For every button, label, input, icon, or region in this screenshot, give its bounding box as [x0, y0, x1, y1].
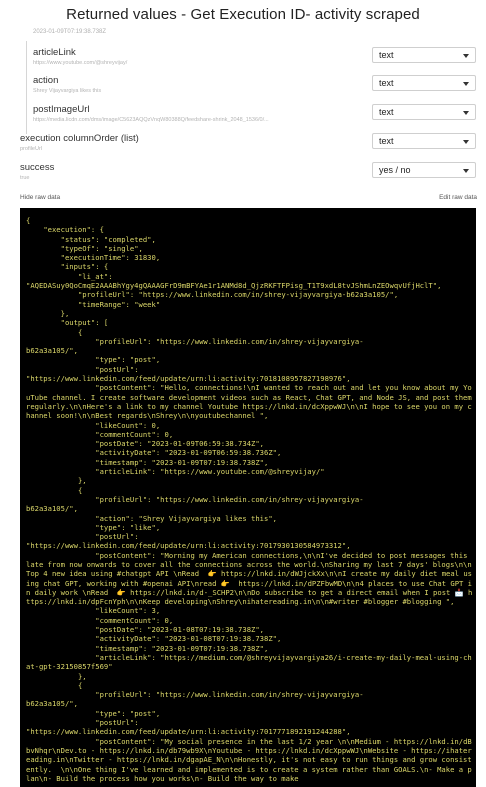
raw-data-json: { "execution": { "status": "completed", …: [26, 216, 473, 783]
field-sample: https://www.youtube.com/@shreyvijay/: [33, 60, 128, 66]
field-row-success: success true yes / no: [20, 162, 486, 186]
select-value: text: [379, 50, 394, 60]
select-value: text: [379, 107, 394, 117]
type-select-success[interactable]: yes / no: [372, 162, 476, 178]
field-row-action: action Shrey Vijayvargiya likes this tex…: [20, 69, 486, 105]
raw-data-panel[interactable]: { "execution": { "status": "completed", …: [20, 208, 476, 787]
field-row-postimageurl: postImageUrl https://media.licdn.com/dms…: [20, 98, 486, 134]
chevron-down-icon: [463, 82, 469, 86]
field-row-columnorder: execution columnOrder (list) profileUrl …: [20, 133, 486, 157]
select-value: text: [379, 78, 394, 88]
field-sample: profileUrl: [20, 146, 43, 152]
hide-raw-data-link[interactable]: Hide raw data: [20, 194, 60, 201]
select-value: text: [379, 136, 394, 146]
field-sample: true: [20, 175, 30, 181]
top-sub-value: 2023-01-09T07:19:38.738Z: [33, 29, 107, 35]
chevron-down-icon: [463, 140, 469, 144]
chevron-down-icon: [463, 111, 469, 115]
field-label: execution columnOrder (list): [20, 133, 139, 144]
field-sample: Shrey Vijayvargiya likes this: [33, 88, 102, 94]
edit-raw-data-link[interactable]: Edit raw data: [439, 194, 477, 201]
type-select-action[interactable]: text: [372, 75, 476, 91]
field-label: success: [20, 162, 55, 173]
field-label: articleLink: [33, 47, 76, 58]
select-value: yes / no: [379, 165, 411, 175]
type-select-postimageurl[interactable]: text: [372, 104, 476, 120]
page-title: Returned values - Get Execution ID- acti…: [66, 6, 420, 23]
type-select-columnorder[interactable]: text: [372, 133, 476, 149]
field-label: action: [33, 75, 59, 86]
tree-line: [26, 98, 27, 134]
field-sample: https://media.licdn.com/dms/image/C5623A…: [33, 117, 269, 123]
chevron-down-icon: [463, 54, 469, 58]
chevron-down-icon: [463, 169, 469, 173]
field-label: postImageUrl: [33, 104, 90, 115]
type-select-articlelink[interactable]: text: [372, 47, 476, 63]
field-row-articlelink: articleLink https://www.youtube.com/@shr…: [20, 41, 486, 77]
